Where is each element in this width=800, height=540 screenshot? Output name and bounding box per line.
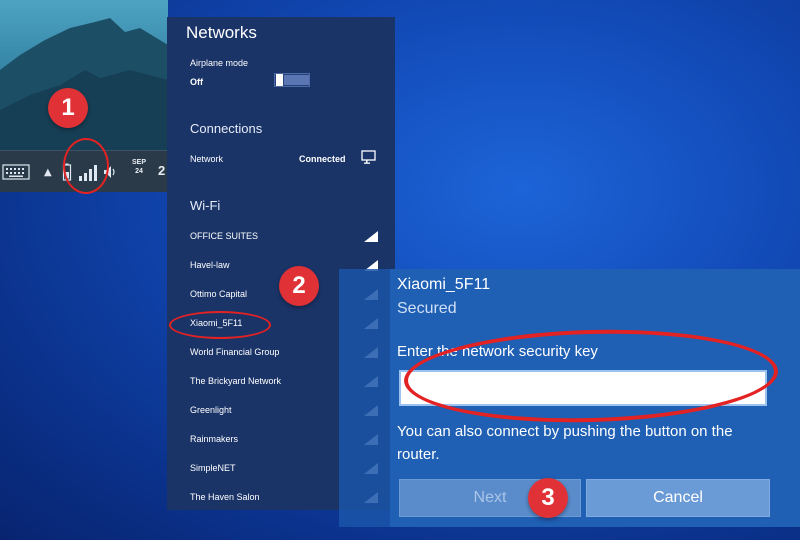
ethernet-monitor-icon (361, 150, 376, 164)
wifi-network-name: The Haven Salon (190, 492, 260, 502)
airplane-mode-state: Off (190, 77, 203, 87)
connection-name[interactable]: Network (190, 154, 223, 164)
step-badge-3: 3 (528, 478, 568, 518)
wifi-network-name: Ottimo Capital (190, 289, 248, 299)
taskbar-wifi-highlight-circle (63, 138, 109, 194)
clock-day: 2 (158, 163, 166, 178)
step-badge-1: 1 (48, 88, 88, 128)
mountain-wallpaper (0, 18, 168, 160)
toggle-track (284, 75, 309, 85)
connection-status: Connected (299, 154, 346, 164)
wifi-network-name: Greenlight (190, 405, 232, 415)
wifi-network-name: SimpleNET (190, 463, 236, 473)
cancel-button[interactable]: Cancel (586, 479, 770, 517)
taskbar-clock[interactable]: SEP 24 (132, 158, 146, 176)
dialog-network-name: Xiaomi_5F11 (397, 276, 491, 293)
wifi-network-name: World Financial Group (190, 347, 280, 357)
router-button-hint: You can also connect by pushing the butt… (397, 423, 733, 463)
chevron-up-icon[interactable]: ▲ (44, 167, 52, 178)
airplane-mode-label: Airplane mode (190, 58, 249, 68)
wifi-network-name: OFFICE SUITES (190, 231, 259, 241)
wifi-signal-icon (364, 231, 378, 242)
keyboard-icon[interactable] (2, 163, 30, 181)
networks-title: Networks (186, 23, 257, 42)
clock-month: SEP (132, 159, 147, 166)
clock-date: 24 (135, 168, 143, 175)
wifi-heading: Wi-Fi (190, 198, 221, 213)
step-badge-2: 2 (279, 266, 319, 306)
wifi-network-name: Havel-law (190, 260, 230, 270)
selected-network-highlight-circle (169, 311, 271, 339)
wifi-network-name: Rainmakers (190, 434, 239, 444)
airplane-mode-toggle[interactable] (274, 73, 310, 87)
wifi-network-item[interactable]: OFFICE SUITES (186, 224, 382, 248)
toggle-knob (276, 74, 283, 86)
connections-heading: Connections (190, 121, 263, 136)
dialog-security-type: Secured (397, 300, 457, 317)
wifi-network-name: The Brickyard Network (190, 376, 282, 386)
